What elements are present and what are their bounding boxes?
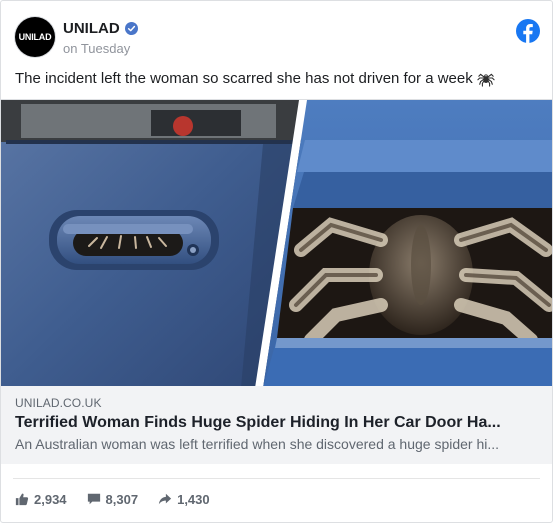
post-header: UNILAD UNILAD on Tuesday bbox=[15, 17, 540, 61]
shares-count: 1,430 bbox=[177, 491, 210, 507]
comment-icon bbox=[87, 493, 100, 505]
stats-divider bbox=[13, 478, 540, 479]
verified-check-icon bbox=[124, 22, 138, 35]
likes-count: 2,934 bbox=[34, 491, 67, 507]
post-text: The incident left the woman so scarred s… bbox=[15, 69, 538, 87]
post-timestamp[interactable]: on Tuesday bbox=[63, 41, 130, 56]
likes-stat[interactable]: 2,934 bbox=[15, 492, 67, 507]
facebook-icon[interactable] bbox=[516, 19, 540, 43]
link-preview-image[interactable] bbox=[1, 99, 552, 389]
post-message: The incident left the woman so scarred s… bbox=[15, 69, 473, 87]
spider-icon bbox=[477, 73, 495, 87]
shares-stat[interactable]: 1,430 bbox=[158, 492, 210, 507]
page-name[interactable]: UNILAD bbox=[63, 20, 120, 37]
avatar[interactable]: UNILAD bbox=[15, 17, 55, 57]
comments-stat[interactable]: 8,307 bbox=[87, 491, 139, 507]
share-arrow-icon bbox=[158, 493, 172, 505]
link-domain: UNILAD.CO.UK bbox=[15, 396, 102, 410]
comments-count: 8,307 bbox=[105, 491, 139, 507]
car-door-photo bbox=[1, 100, 301, 388]
spider-closeup-photo bbox=[263, 100, 552, 388]
avatar-text: UNILAD bbox=[18, 32, 52, 42]
link-title[interactable]: Terrified Woman Finds Huge Spider Hiding… bbox=[15, 414, 538, 432]
link-preview[interactable]: UNILAD.CO.UK Terrified Woman Finds Huge … bbox=[1, 386, 552, 464]
page-name-row: UNILAD bbox=[63, 20, 138, 37]
preview-photo bbox=[1, 100, 552, 388]
embedded-post-card: UNILAD UNILAD on Tuesday The incident le… bbox=[0, 0, 553, 523]
thumbs-up-icon bbox=[15, 493, 29, 506]
engagement-stats: 2,934 8,307 1,430 bbox=[15, 489, 230, 509]
link-description: An Australian woman was left terrified w… bbox=[15, 436, 500, 452]
